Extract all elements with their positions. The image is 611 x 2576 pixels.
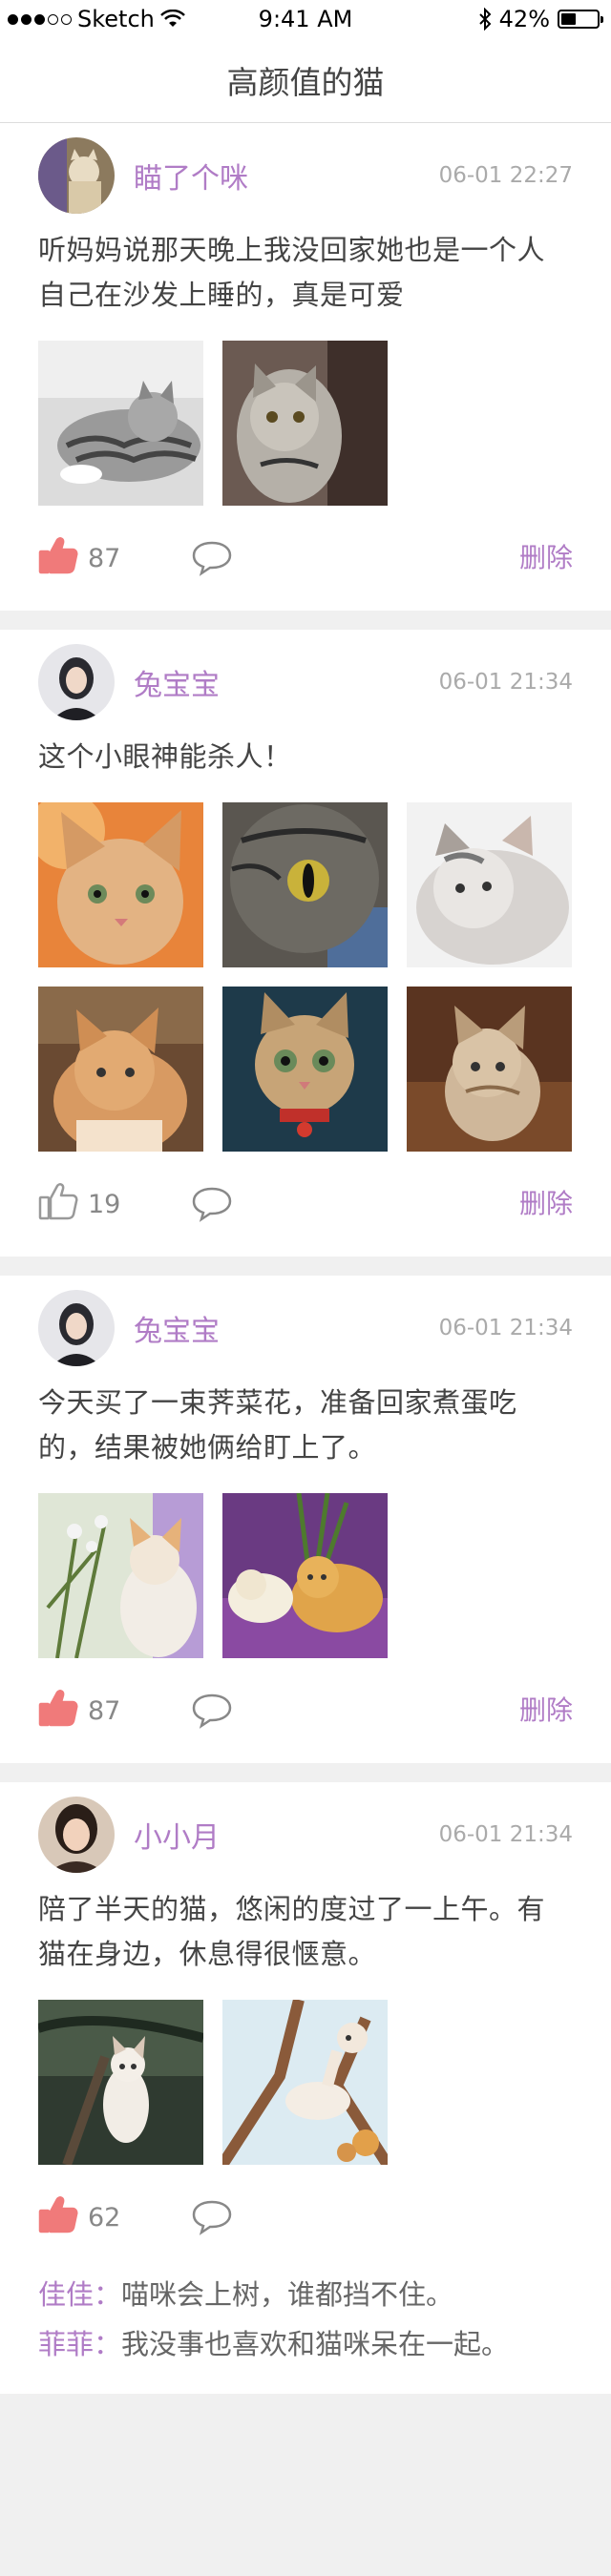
comment-author[interactable]: 佳佳：	[38, 2278, 121, 2311]
status-right: 42%	[478, 6, 603, 32]
photo-thumbnail[interactable]	[407, 802, 572, 967]
post-time: 06-01 21:34	[438, 670, 573, 695]
photo-thumbnail[interactable]	[407, 987, 572, 1152]
comment-list: 佳佳：喵咪会上树，谁都挡不住。 菲菲：我没事也喜欢和猫咪呆在一起。	[38, 2270, 573, 2394]
comment-text: 我没事也喜欢和猫咪呆在一起。	[121, 2328, 510, 2360]
photo-thumbnail[interactable]	[38, 802, 203, 967]
username[interactable]: 兔宝宝	[134, 1307, 220, 1349]
avatar[interactable]	[38, 644, 115, 720]
comment-item[interactable]: 菲菲：我没事也喜欢和猫咪呆在一起。	[38, 2319, 573, 2369]
battery-icon	[558, 10, 603, 29]
post-actions: 62	[38, 2165, 573, 2270]
photo-thumbnail[interactable]	[222, 802, 388, 967]
post-time: 06-01 21:34	[438, 1316, 573, 1340]
speech-bubble-icon[interactable]	[191, 1185, 233, 1223]
photo-thumbnail[interactable]	[38, 341, 203, 506]
post-card: 小小月 06-01 21:34 陪了半天的猫，悠闲的度过了一上午。有猫在身边，休…	[0, 1782, 611, 2394]
photo-thumbnail[interactable]	[38, 2000, 203, 2165]
photo-thumbnail[interactable]	[222, 341, 388, 506]
like-button[interactable]: 87	[38, 1689, 191, 1734]
post-text: 这个小眼神能杀人！	[38, 740, 292, 773]
comment-author[interactable]: 菲菲：	[38, 2328, 121, 2360]
username[interactable]: 兔宝宝	[134, 661, 220, 703]
username[interactable]: 小小月	[134, 1814, 220, 1856]
post-text: 听妈妈说那天晚上我没回家她也是一个人自己在沙发上睡的，真是可爱	[38, 234, 546, 311]
photo-grid	[38, 2000, 573, 2165]
thumbs-up-icon	[38, 536, 78, 581]
delete-button[interactable]: 删除	[519, 1658, 573, 1763]
thumbs-up-icon	[38, 2195, 78, 2240]
photo-grid	[38, 802, 573, 1152]
post-header: 兔宝宝 06-01 21:34	[38, 1276, 573, 1381]
avatar[interactable]	[38, 137, 115, 214]
post-header: 兔宝宝 06-01 21:34	[38, 630, 573, 735]
post-header: 瞄了个咪 06-01 22:27	[38, 123, 573, 228]
post-time: 06-01 21:34	[438, 1822, 573, 1847]
post-header: 小小月 06-01 21:34	[38, 1782, 573, 1887]
post-text: 今天买了一束荠菜花，准备回家煮蛋吃的，结果被她俩给盯上了。	[38, 1386, 517, 1464]
page-title: 高颜值的猫	[226, 64, 385, 101]
avatar[interactable]	[38, 1290, 115, 1366]
avatar[interactable]	[38, 1797, 115, 1873]
username[interactable]: 瞄了个咪	[134, 155, 248, 197]
like-button[interactable]: 19	[38, 1182, 191, 1227]
battery-percent: 42%	[498, 6, 550, 32]
status-bar: Sketch 9:41 AM 42%	[0, 0, 611, 38]
thumbs-up-icon	[38, 1182, 78, 1227]
like-count: 19	[88, 1189, 121, 1219]
photo-grid	[38, 341, 573, 506]
delete-button[interactable]: 删除	[519, 506, 573, 611]
photo-thumbnail[interactable]	[222, 1493, 388, 1658]
post-time: 06-01 22:27	[438, 163, 573, 188]
photo-thumbnail[interactable]	[222, 2000, 388, 2165]
nav-bar: 高颜值的猫	[0, 38, 611, 123]
post-text: 陪了半天的猫，悠闲的度过了一上午。有猫在身边，休息得很惬意。	[38, 1893, 546, 1970]
post-card: 兔宝宝 06-01 21:34 这个小眼神能杀人！ 19 删除	[0, 630, 611, 1257]
like-count: 87	[88, 543, 121, 573]
delete-button[interactable]: 删除	[519, 1152, 573, 1257]
post-actions: 87 删除	[38, 506, 573, 611]
photo-thumbnail[interactable]	[38, 987, 203, 1152]
speech-bubble-icon[interactable]	[191, 539, 233, 577]
photo-grid	[38, 1493, 573, 1658]
thumbs-up-icon	[38, 1689, 78, 1734]
speech-bubble-icon[interactable]	[191, 2198, 233, 2236]
like-count: 62	[88, 2202, 121, 2233]
photo-thumbnail[interactable]	[222, 987, 388, 1152]
comment-text: 喵咪会上树，谁都挡不住。	[121, 2278, 454, 2311]
post-card: 瞄了个咪 06-01 22:27 听妈妈说那天晚上我没回家她也是一个人自己在沙发…	[0, 123, 611, 611]
feed-bottom-spacer	[0, 2413, 611, 2489]
post-actions: 87 删除	[38, 1658, 573, 1763]
photo-thumbnail[interactable]	[38, 1493, 203, 1658]
post-actions: 19 删除	[38, 1152, 573, 1257]
post-card: 兔宝宝 06-01 21:34 今天买了一束荠菜花，准备回家煮蛋吃的，结果被她俩…	[0, 1276, 611, 1763]
like-button[interactable]: 62	[38, 2195, 191, 2240]
like-count: 87	[88, 1695, 121, 1726]
comment-item[interactable]: 佳佳：喵咪会上树，谁都挡不住。	[38, 2270, 573, 2319]
like-button[interactable]: 87	[38, 536, 191, 581]
speech-bubble-icon[interactable]	[191, 1692, 233, 1730]
bluetooth-icon	[478, 8, 492, 31]
